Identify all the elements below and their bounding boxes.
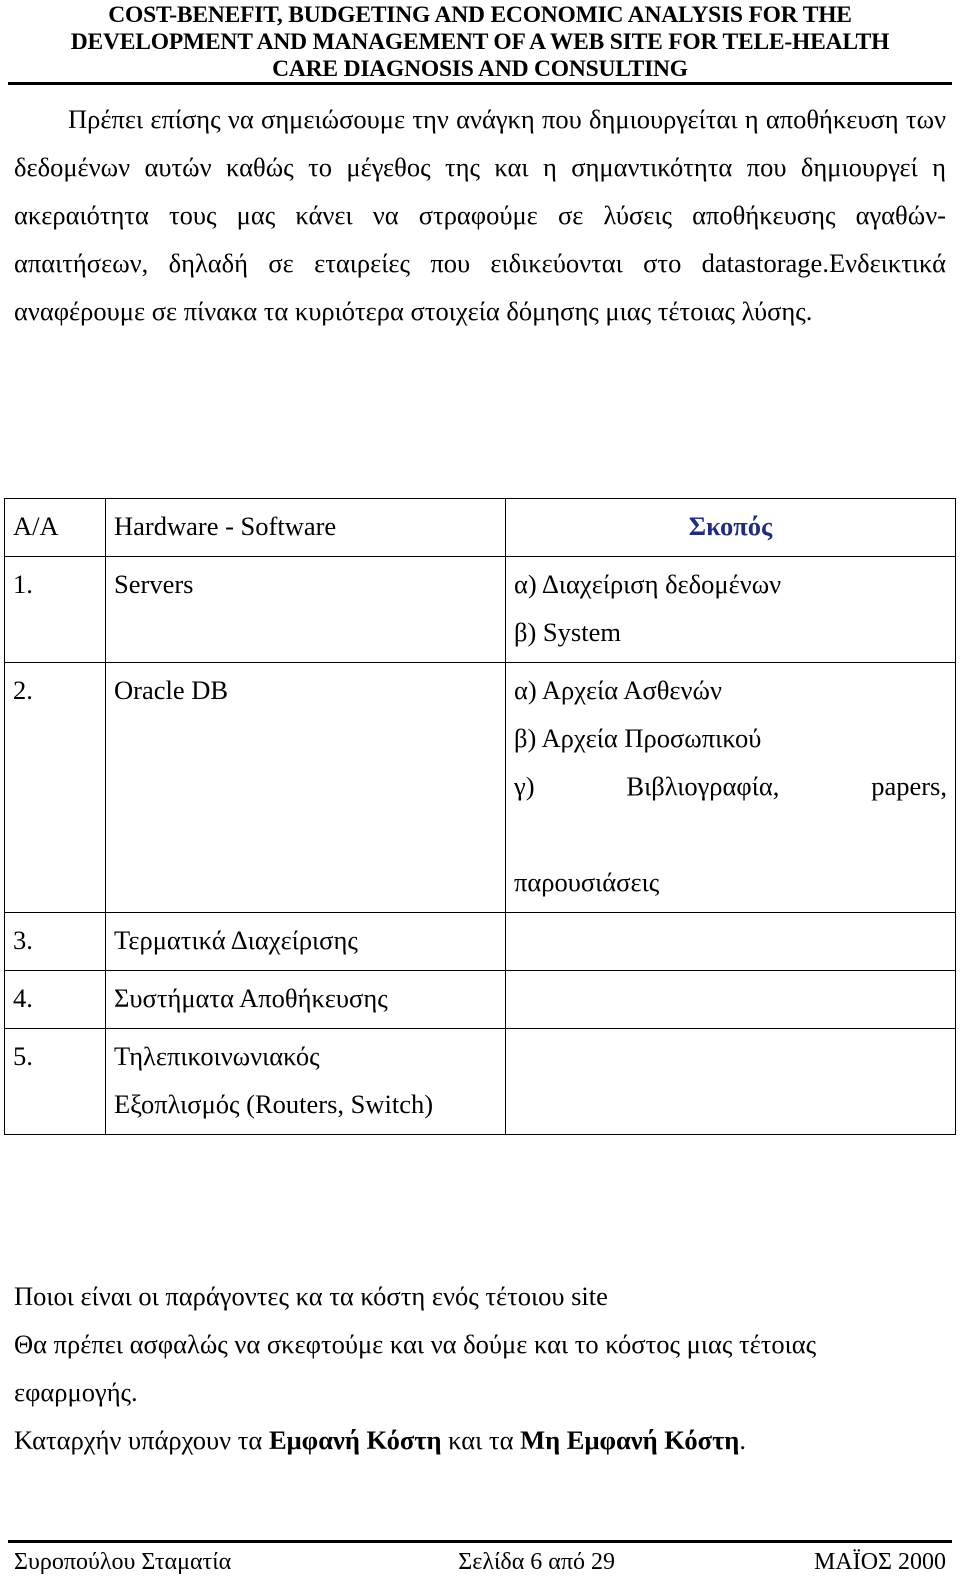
lower-line-3-part-e: . <box>739 1425 746 1455</box>
hardware-line: Εξοπλισμός (Routers, Switch) <box>114 1089 434 1119</box>
row-skopos-empty <box>505 912 956 971</box>
row-hardware-software: Oracle DB <box>105 662 506 913</box>
table-row: 5. Τηλεπικοινωνιακός Εξοπλισμός (Routers… <box>4 1028 956 1135</box>
table-row: 2. Oracle DB α) Αρχεία Ασθενών β) Αρχεία… <box>4 662 956 913</box>
skopos-line: β) Αρχεία Προσωπικού <box>514 723 762 753</box>
hardware-line: Συστήματα Αποθήκευσης <box>114 983 388 1013</box>
row-hardware-software: Συστήματα Αποθήκευσης <box>105 970 506 1029</box>
row-hardware-software: Τηλεπικοινωνιακός Εξοπλισμός (Routers, S… <box>105 1028 506 1135</box>
lower-line-1: Ποιοι είναι οι παράγοντες κα τα κόστη εν… <box>14 1281 608 1311</box>
intro-paragraph: Πρέπει επίσης να σημειώσουμε την ανάγκη … <box>14 104 946 326</box>
hardware-line: Τερματικά Διαχείρισης <box>114 925 358 955</box>
document-running-footer: Συροπούλου Σταματία Σελίδα 6 από 29 ΜΑΪΟ… <box>14 1546 946 1578</box>
row-skopos-empty <box>505 970 956 1029</box>
skopos-line: α) Αρχεία Ασθενών <box>514 675 722 705</box>
header-line-3: CARE DIAGNOSIS AND CONSULTING <box>272 56 688 82</box>
row-index: 2. <box>4 662 106 913</box>
table-header-skopos: Σκοπός <box>505 498 956 557</box>
row-index: 5. <box>4 1028 106 1135</box>
row-hardware-software: Τερματικά Διαχείρισης <box>105 912 506 971</box>
row-index: 1. <box>4 556 106 663</box>
hardware-software-table-wrapper: A/A Hardware - Software Σκοπός 1. Server… <box>4 498 956 1135</box>
table-row: 4. Συστήματα Αποθήκευσης <box>4 970 956 1029</box>
table-header-aa: A/A <box>4 498 106 557</box>
row-hardware-software: Servers <box>105 556 506 663</box>
document-running-header: COST-BENEFIT, BUDGETING AND ECONOMIC ANA… <box>0 2 960 83</box>
footer-author: Συροπούλου Σταματία <box>14 1549 232 1575</box>
skopos-line: γ) Βιβλιογραφία, papers, <box>514 771 947 801</box>
footer-page-number: Σελίδα 6 από 29 <box>458 1549 615 1575</box>
document-page: COST-BENEFIT, BUDGETING AND ECONOMIC ANA… <box>0 0 960 1581</box>
lower-paragraph-block: Ποιοι είναι οι παράγοντες κα τα κόστη εν… <box>14 1272 946 1464</box>
footer-divider-rule <box>8 1540 952 1543</box>
hardware-line: Servers <box>114 569 194 599</box>
intro-paragraph-block: Πρέπει επίσης να σημειώσουμε την ανάγκη … <box>14 95 946 335</box>
hardware-software-table: A/A Hardware - Software Σκοπός 1. Server… <box>4 498 956 1135</box>
row-skopos-empty <box>505 1028 956 1135</box>
skopos-line: β) System <box>514 617 621 647</box>
lower-line-2: Θα πρέπει ασφαλώς να σκεφτούμε και να δο… <box>14 1329 817 1407</box>
row-skopos: α) Αρχεία Ασθενών β) Αρχεία Προσωπικού γ… <box>505 662 956 913</box>
hardware-line: Τηλεπικοινωνιακός <box>114 1041 320 1071</box>
lower-line-3-bold-2: Μη Εμφανή Κόστη <box>520 1425 740 1455</box>
table-header-hardware-software: Hardware - Software <box>105 498 506 557</box>
lower-line-3-part-c: και τα <box>441 1425 521 1455</box>
skopos-line: α) Διαχείριση δεδομένων <box>514 569 782 599</box>
lower-line-3-part-a: Καταρχήν υπάρχουν τα <box>14 1425 269 1455</box>
row-index: 3. <box>4 912 106 971</box>
hardware-line: Oracle DB <box>114 675 229 705</box>
table-row: 3. Τερματικά Διαχείρισης <box>4 912 956 971</box>
table-row: 1. Servers α) Διαχείριση δεδομένων β) Sy… <box>4 556 956 663</box>
table-header-row: A/A Hardware - Software Σκοπός <box>4 498 956 557</box>
lower-line-3-bold-1: Εμφανή Κόστη <box>268 1425 442 1455</box>
header-line-2: DEVELOPMENT AND MANAGEMENT OF A WEB SITE… <box>70 29 890 55</box>
skopos-line: παρουσιάσεις <box>514 867 660 897</box>
header-divider-rule <box>8 82 952 85</box>
header-line-1: COST-BENEFIT, BUDGETING AND ECONOMIC ANA… <box>108 2 852 28</box>
lower-line-3: Καταρχήν υπάρχουν τα Εμφανή Κόστη και τα… <box>14 1416 946 1464</box>
row-index: 4. <box>4 970 106 1029</box>
footer-date: ΜΑΪΟΣ 2000 <box>814 1549 946 1575</box>
row-skopos: α) Διαχείριση δεδομένων β) System <box>505 556 956 663</box>
